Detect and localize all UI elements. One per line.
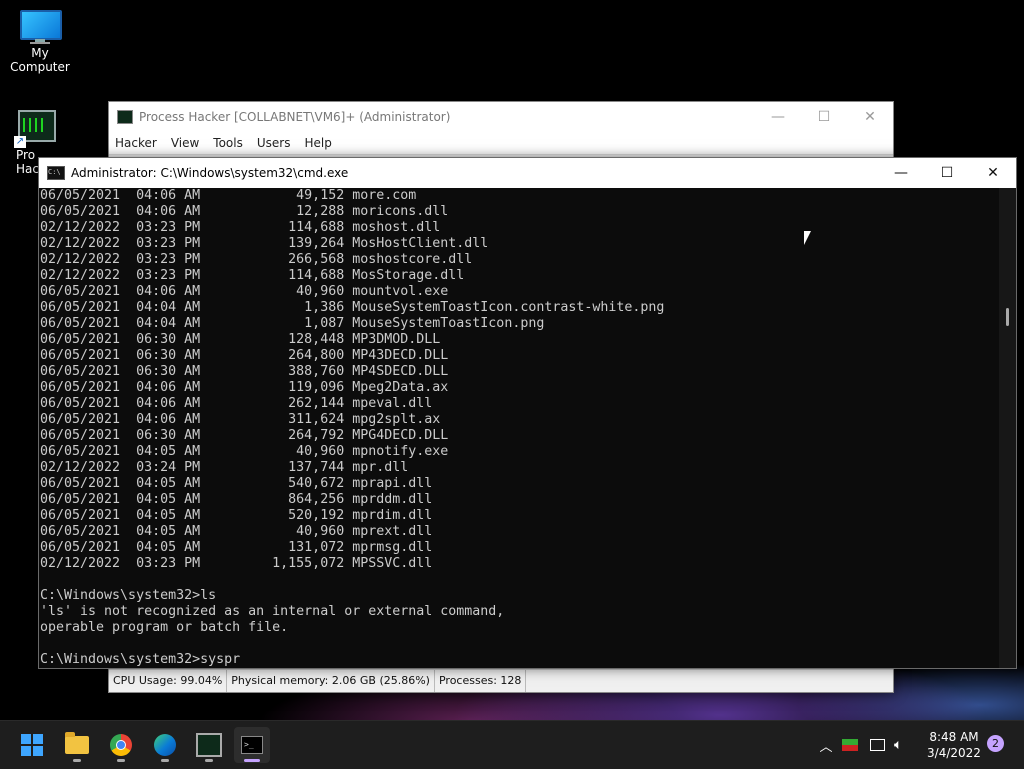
clock[interactable]: 8:48 AM 3/4/2022	[922, 729, 986, 761]
console-line: 06/05/2021 04:05 AM 520,192 mprdim.dll	[40, 508, 433, 523]
running-indicator	[244, 759, 260, 762]
console-line: 06/05/2021 04:06 AM 311,624 mpg2splt.ax	[40, 412, 441, 427]
running-indicator	[73, 759, 81, 762]
console-line: 06/05/2021 04:05 AM 864,256 mprddm.dll	[40, 492, 433, 507]
console-line: 06/05/2021 04:04 AM 1,087 MouseSystemToa…	[40, 316, 545, 331]
tray-app-button[interactable]	[842, 721, 860, 769]
console-line: 06/05/2021 04:06 AM 12,288 moricons.dll	[40, 204, 449, 219]
speaker-icon: 🔈︎	[894, 737, 903, 753]
taskbar-edge[interactable]	[147, 727, 183, 763]
minimize-button[interactable]: —	[878, 158, 924, 188]
network-icon	[870, 739, 885, 751]
console-line: 06/05/2021 04:05 AM 540,672 mprapi.dll	[40, 476, 433, 491]
taskbar-file-explorer[interactable]	[59, 727, 95, 763]
close-button[interactable]: ✕	[970, 158, 1016, 188]
cmd-icon: C:\	[47, 166, 65, 180]
console-line: 02/12/2022 03:24 PM 137,744 mpr.dll	[40, 460, 409, 475]
physical-memory: Physical memory: 2.06 GB (25.86%)	[227, 670, 435, 692]
network-button[interactable]	[870, 721, 888, 769]
tray-app-icon	[842, 739, 858, 751]
monitor-icon	[18, 10, 62, 44]
windows-logo-icon	[21, 734, 43, 756]
window-title: Process Hacker [COLLABNET\VM6]+ (Adminis…	[139, 110, 451, 124]
clock-date: 3/4/2022	[927, 746, 981, 760]
process-hacker-icon	[196, 733, 222, 757]
chrome-icon	[110, 734, 132, 756]
start-button[interactable]	[14, 727, 50, 763]
title-bar[interactable]: Process Hacker [COLLABNET\VM6]+ (Adminis…	[109, 102, 893, 132]
console-line: 06/05/2021 06:30 AM 388,760 MP4SDECD.DLL	[40, 364, 449, 379]
menu-bar: Hacker View Tools Users Help	[109, 132, 893, 155]
process-count: Processes: 128	[435, 670, 527, 692]
console-line: 06/05/2021 04:06 AM 49,152 more.com	[40, 188, 417, 203]
console-line: 02/12/2022 03:23 PM 114,688 MosStorage.d…	[40, 268, 465, 283]
mouse-cursor-icon	[804, 231, 818, 245]
show-hidden-icons-button[interactable]: ︿	[818, 721, 834, 769]
cmd-icon: >_	[241, 736, 263, 754]
window-title: Administrator: C:\Windows\system32\cmd.e…	[71, 166, 349, 180]
clock-time: 8:48 AM	[929, 730, 979, 744]
menu-tools[interactable]: Tools	[213, 136, 243, 150]
running-indicator	[117, 759, 125, 762]
console-line: 06/05/2021 06:30 AM 264,792 MPG4DECD.DLL	[40, 428, 449, 443]
chevron-up-icon: ︿	[819, 739, 833, 755]
menu-view[interactable]: View	[171, 136, 199, 150]
console-line: 06/05/2021 04:04 AM 1,386 MouseSystemToa…	[40, 300, 665, 315]
maximize-button[interactable]: ☐	[924, 158, 970, 188]
console-line: C:\Windows\system32>ls	[40, 588, 217, 603]
console-line: 02/12/2022 03:23 PM 114,688 moshost.dll	[40, 220, 441, 235]
console-line: 06/05/2021 04:06 AM 262,144 mpeval.dll	[40, 396, 433, 411]
notification-badge[interactable]: 2	[987, 735, 1004, 752]
console-line: C:\Windows\system32>syspr	[40, 652, 241, 667]
folder-icon	[65, 732, 89, 754]
title-bar[interactable]: C:\ Administrator: C:\Windows\system32\c…	[39, 158, 1016, 188]
console-line: 06/05/2021 06:30 AM 128,448 MP3DMOD.DLL	[40, 332, 441, 347]
running-indicator	[161, 759, 169, 762]
menu-hacker[interactable]: Hacker	[115, 136, 157, 150]
console-output[interactable]: 06/05/2021 04:06 AM 49,152 more.com 06/05…	[39, 188, 1000, 668]
edge-icon	[154, 734, 176, 756]
cmd-window[interactable]: C:\ Administrator: C:\Windows\system32\c…	[38, 157, 1017, 669]
console-line: 06/05/2021 04:05 AM 40,960 mprext.dll	[40, 524, 433, 539]
cpu-usage: CPU Usage: 99.04%	[109, 670, 228, 692]
status-bar: CPU Usage: 99.04% Physical memory: 2.06 …	[109, 669, 893, 692]
process-hacker-icon: ↗	[14, 108, 56, 148]
scroll-thumb[interactable]	[1006, 308, 1009, 326]
console-line: 06/05/2021 04:06 AM 40,960 mountvol.exe	[40, 284, 449, 299]
menu-users[interactable]: Users	[257, 136, 291, 150]
volume-button[interactable]: 🔈︎	[894, 721, 912, 769]
process-hacker-icon	[117, 110, 133, 124]
scrollbar[interactable]	[999, 188, 1016, 668]
maximize-button[interactable]: ☐	[801, 102, 847, 132]
taskbar-process-hacker[interactable]	[191, 727, 227, 763]
console-line: 06/05/2021 04:05 AM 40,960 mpnotify.exe	[40, 444, 449, 459]
console-line: 02/12/2022 03:23 PM 139,264 MosHostClien…	[40, 236, 489, 251]
close-button[interactable]: ✕	[847, 102, 893, 132]
console-line: operable program or batch file.	[40, 620, 289, 635]
taskbar: >_ ︿ 🔈︎ 8:48 AM 3/4/2022	[0, 720, 1024, 769]
console-line: 06/05/2021 06:30 AM 264,800 MP43DECD.DLL	[40, 348, 449, 363]
console-line: 06/05/2021 04:05 AM 131,072 mprmsg.dll	[40, 540, 433, 555]
console-line: 02/12/2022 03:23 PM 1,155,072 MPSSVC.dll	[40, 556, 433, 571]
running-indicator	[205, 759, 213, 762]
desktop-icon-label: My Computer	[10, 46, 70, 74]
minimize-button[interactable]: —	[755, 102, 801, 132]
console-line: 02/12/2022 03:23 PM 266,568 moshostcore.…	[40, 252, 473, 267]
taskbar-cmd[interactable]: >_	[234, 727, 270, 763]
menu-help[interactable]: Help	[304, 136, 331, 150]
desktop: My Computer ↗ Pro Hac Process Hacker [CO…	[0, 0, 1024, 720]
console-line: 06/05/2021 04:06 AM 119,096 Mpeg2Data.ax	[40, 380, 449, 395]
taskbar-chrome[interactable]	[103, 727, 139, 763]
console-line: 'ls' is not recognized as an internal or…	[40, 604, 505, 619]
desktop-icon-my-computer[interactable]: My Computer	[0, 0, 80, 74]
